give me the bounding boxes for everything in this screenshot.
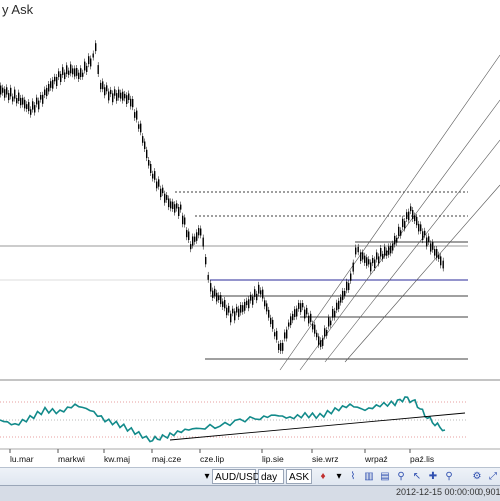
date-axis: lu.mar markwi kw.maj maj.cze cze.lip lip.sie s… [9,449,434,464]
channel-line-4 [344,184,500,363]
symbol-value: AUD/USD [215,472,261,483]
area-chart-icon[interactable]: ▤ [378,469,392,484]
timeframe-value: day [261,472,278,483]
crosshair-icon[interactable]: ✚ [426,469,440,484]
line-chart-icon[interactable]: ⌇ [346,469,360,484]
status-bar: 2012-12-15 00:00:00 0,9018 [0,485,500,501]
settings-icon[interactable]: ⚙ [470,469,484,484]
status-value: 0,9018 [478,487,500,497]
candles [0,40,444,354]
date-label: lip.sie [262,454,284,464]
cursor-icon[interactable]: ↖ [410,469,424,484]
date-label: kw.maj [104,454,130,464]
horizontal-levels [0,191,468,360]
date-label: paź.lis [410,454,434,464]
symbol-select[interactable]: AUD/USD ▾ [212,469,260,498]
date-label: cze.lip [200,454,224,464]
trend-channel [279,54,500,371]
indicator-panel [0,396,468,443]
bar-chart-icon[interactable]: ▥ [362,469,376,484]
date-label: wrpaź [364,454,388,464]
channel-line-3 [324,139,500,363]
channel-line-1 [279,54,500,371]
side-value: ASK [289,472,310,483]
date-label: markwi [58,454,85,464]
price-chart[interactable]: lu.mar markwi kw.maj maj.cze cze.lip lip.sie s… [0,0,500,467]
date-label: maj.cze [152,454,182,464]
dropdown-arrow-icon[interactable]: ▾ [332,469,346,484]
chart-toolbar: ▾ AUD/USD ▾ day ▾ ASK ▾ ♦ ▾ ⌇ ▥ ▤ ⚲ ↖ ✚ … [0,467,500,498]
candle-icon[interactable]: ♦ [316,469,330,484]
zoom-out-icon[interactable]: ⚲ [442,469,456,484]
zoom-icon[interactable]: ⚲ [394,469,408,484]
timeframe-select[interactable]: day ▾ [258,469,284,498]
side-select[interactable]: ASK ▾ [286,469,312,498]
status-timestamp: 2012-12-15 00:00:00 [396,487,480,497]
expand-icon[interactable]: ⤢ [486,469,500,484]
date-label: sie.wrz [312,454,338,464]
date-label: lu.mar [10,454,34,464]
